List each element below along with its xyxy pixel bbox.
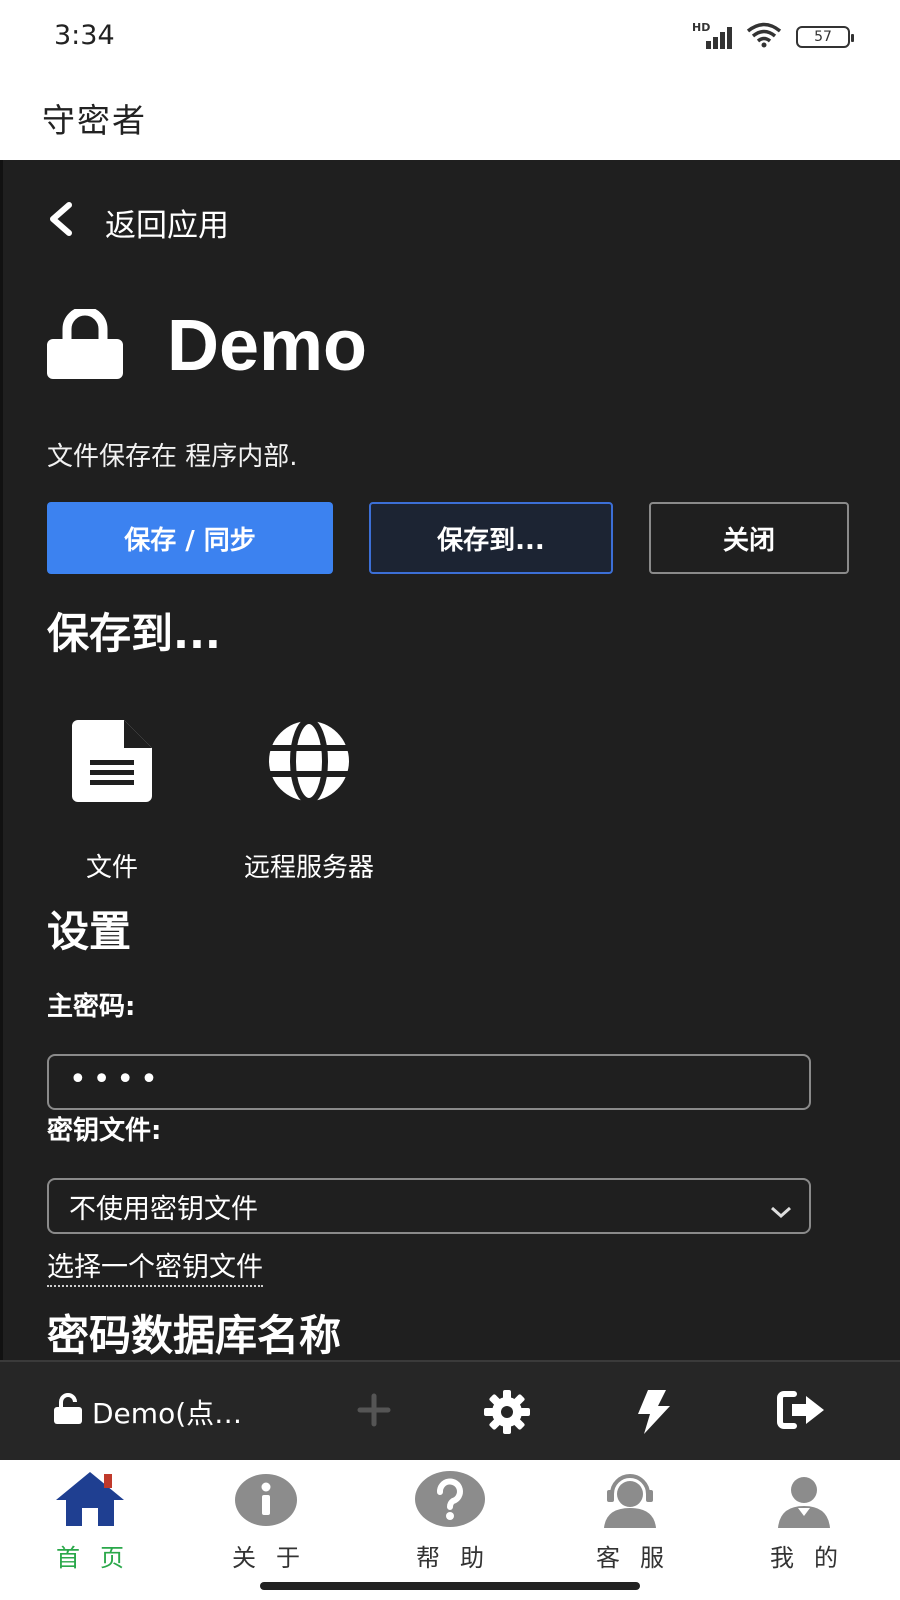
close-button[interactable]: 关闭: [649, 502, 849, 574]
footer-database-label: Demo(点…: [92, 1397, 243, 1430]
lightning-icon[interactable]: [636, 1390, 670, 1438]
settings-heading: 设置: [47, 907, 132, 956]
key-file-selected-value: 不使用密钥文件: [69, 1193, 258, 1225]
app-title: 守密者: [42, 101, 147, 140]
gear-icon[interactable]: [484, 1390, 530, 1438]
unlock-icon: [52, 1392, 84, 1432]
lock-icon: [47, 306, 123, 383]
status-bar: 3:34 HD 57: [0, 0, 900, 76]
master-password-input[interactable]: ••••: [47, 1054, 811, 1110]
user-icon: [774, 1470, 834, 1532]
footer-database-button[interactable]: Demo(点…: [52, 1392, 242, 1432]
save-to-file-option[interactable]: 文件: [65, 720, 159, 884]
key-file-select[interactable]: 不使用密钥文件: [47, 1178, 811, 1234]
back-to-app-link[interactable]: 返回应用: [47, 200, 229, 245]
wifi-icon: [746, 22, 782, 52]
choose-key-file-link[interactable]: 选择一个密钥文件: [47, 1245, 263, 1287]
nav-label-mine: 我的: [770, 1544, 858, 1572]
nav-item-help[interactable]: 帮助: [390, 1470, 510, 1573]
globe-icon: [259, 718, 359, 809]
nav-label-about: 关于: [232, 1544, 320, 1572]
database-name-heading: 密码数据库名称: [47, 1311, 342, 1360]
back-label: 返回应用: [105, 208, 229, 244]
nav-item-home[interactable]: 首页: [30, 1470, 150, 1573]
nav-label-home: 首页: [56, 1544, 144, 1572]
key-file-label: 密钥文件:: [47, 1116, 162, 1146]
option-label: 文件: [85, 853, 138, 883]
home-indicator[interactable]: [260, 1582, 640, 1590]
nav-item-mine[interactable]: 我的: [744, 1470, 864, 1573]
bottom-nav: 首页 关于 帮助 客服 我的: [0, 1460, 900, 1600]
battery-level: 57: [814, 29, 832, 45]
master-password-label: 主密码:: [47, 992, 136, 1022]
status-time: 3:34: [54, 20, 115, 51]
logout-icon[interactable]: [776, 1390, 826, 1434]
save-to-heading: 保存到...: [47, 609, 221, 658]
save-sync-button[interactable]: 保存 / 同步: [47, 502, 333, 574]
footer-action-bar: Demo(点…: [0, 1360, 900, 1460]
support-icon: [598, 1470, 662, 1532]
database-name: Demo: [167, 306, 368, 386]
option-label: 远程服务器: [243, 853, 374, 883]
help-icon: [415, 1470, 485, 1532]
nav-label-support: 客服: [596, 1544, 684, 1572]
signal-icon: HD: [692, 21, 732, 49]
network-type-label: HD: [692, 21, 711, 34]
nav-item-about[interactable]: 关于: [206, 1470, 326, 1573]
save-to-button[interactable]: 保存到...: [369, 502, 613, 574]
plus-icon[interactable]: [354, 1390, 394, 1434]
app-header: 守密者: [0, 76, 900, 160]
home-icon: [54, 1470, 126, 1532]
save-to-remote-server-option[interactable]: 远程服务器: [221, 718, 397, 884]
nav-item-support[interactable]: 客服: [570, 1470, 690, 1573]
database-title: Demo: [47, 305, 367, 387]
battery-icon: 57: [796, 26, 854, 48]
chevron-down-icon: [769, 1196, 793, 1227]
chevron-left-icon: [47, 201, 75, 244]
database-panel: 返回应用 Demo 文件保存在 程序内部. 保存 / 同步 保存到... 关闭 …: [0, 160, 900, 1360]
info-icon: [235, 1470, 297, 1532]
nav-label-help: 帮助: [416, 1544, 504, 1572]
saved-location-text: 文件保存在 程序内部.: [47, 442, 298, 472]
file-icon: [72, 720, 152, 809]
status-icons: HD 57: [692, 21, 854, 52]
